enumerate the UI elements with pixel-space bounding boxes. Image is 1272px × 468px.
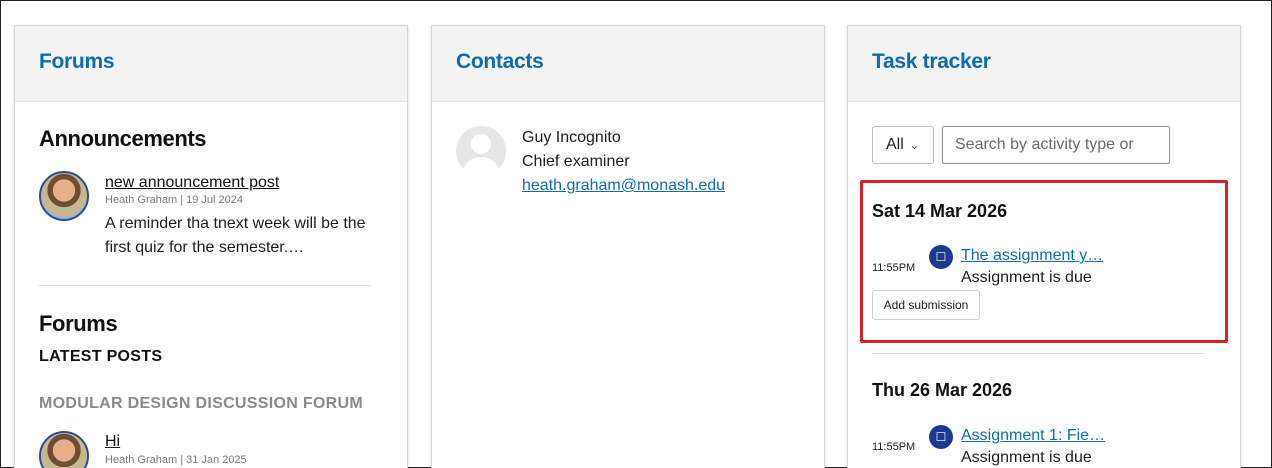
filter-value: All [886,136,904,153]
forums-block-title: Forums [39,50,115,73]
task-tracker-title: Task tracker [872,50,991,73]
task-time: 11:55PM [872,262,916,274]
add-submission-button[interactable]: Add submission [872,290,980,320]
task-description: Assignment is due [961,449,1092,466]
contacts-block-header: Contacts [432,26,824,102]
filter-dropdown[interactable]: All ⌄ [872,126,934,164]
task-tracker-header: Task tracker [848,26,1240,102]
latest-post-link[interactable]: Hi [105,433,120,451]
contact-email-link[interactable]: heath.graham@monash.edu [522,177,725,195]
user-avatar-icon [456,126,506,176]
assignment-icon: ☐ [929,425,953,449]
announcement-post-link[interactable]: new announcement post [105,174,279,192]
contacts-block: Contacts Guy Incognito Chief examiner he… [431,25,825,468]
latest-posts-label: LATEST POSTS [39,348,163,365]
date-heading: Sat 14 Mar 2026 [872,201,1008,221]
task-tracker-block: Task tracker All ⌄ Sat 14 Mar 2026 11:55P… [847,25,1241,468]
divider [872,353,1204,354]
forums-block: Forums Announcements new announcement po… [14,25,408,468]
chevron-down-icon: ⌄ [909,140,919,152]
announcement-post-meta: Heath Graham | 19 Jul 2024 [105,194,243,206]
task-link[interactable]: Assignment 1: Fie… [961,427,1105,445]
date-heading: Thu 26 Mar 2026 [872,380,1013,400]
contact-name: Guy Incognito [522,129,621,146]
divider [39,285,371,286]
assignment-icon: ☐ [929,245,953,269]
task-time: 11:55PM [872,441,916,453]
contacts-block-title: Contacts [456,50,544,73]
task-link[interactable]: The assignment y… [961,247,1103,265]
task-description: Assignment is due [961,269,1092,286]
search-input[interactable] [942,126,1170,164]
avatar [39,431,89,468]
announcements-heading: Announcements [39,126,207,151]
forums-block-header: Forums [15,26,407,102]
contact-role: Chief examiner [522,153,630,170]
forum-name-link[interactable]: MODULAR DESIGN DISCUSSION FORUM [39,395,363,413]
latest-post-meta: Heath Graham | 31 Jan 2025 [105,454,247,466]
announcement-post-body: A reminder tha tnext week will be the fi… [105,215,366,256]
forums-heading: Forums [39,311,118,336]
avatar [39,171,89,221]
